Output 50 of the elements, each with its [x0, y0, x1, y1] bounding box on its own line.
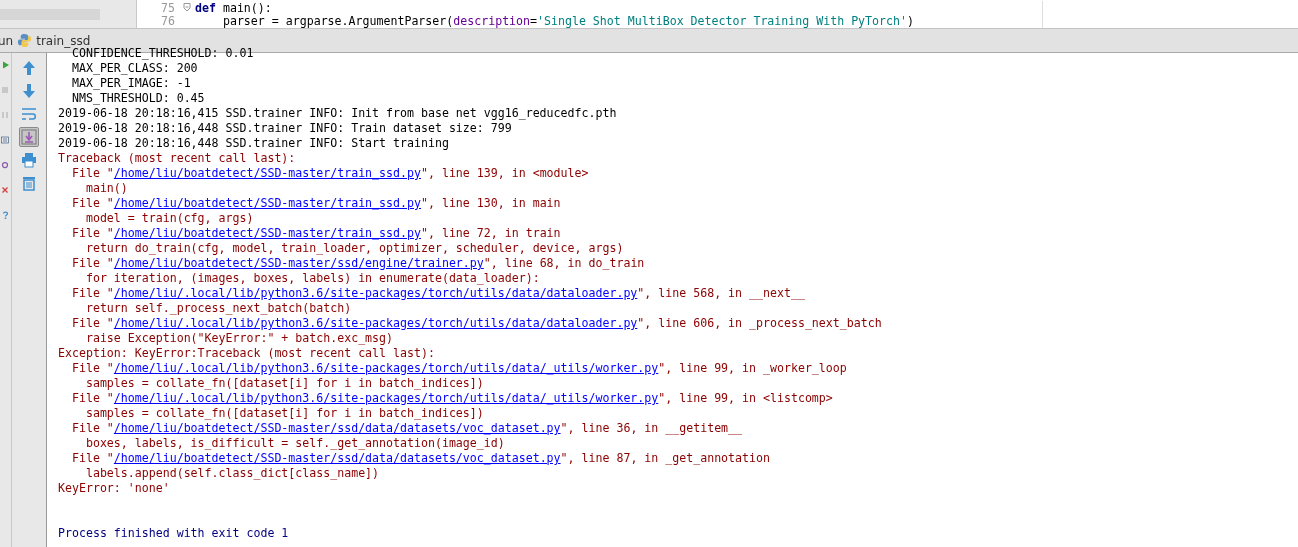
console-line: File "/home/liu/boatdetect/SSD-master/train_ssd.py", line 130, in main [70, 196, 562, 211]
file-link[interactable]: /home/liu/boatdetect/SSD-master/train_ssd.py [113, 226, 421, 240]
console-line: File "/home/liu/.local/lib/python3.6/site-packages/torch/utils/data/dataloader.py", line 606, in _process_next_batch [70, 316, 883, 331]
file-link[interactable]: /home/liu/boatdetect/SSD-master/ssd/engine/trainer.py [113, 256, 484, 270]
fold-icon[interactable] [183, 3, 191, 12]
console-line: CONFIDENCE_THRESHOLD: 0.01 [71, 46, 255, 61]
console-line: boxes, labels, is_difficult = self._get_annotation(image_id) [84, 436, 506, 451]
python-icon [17, 33, 33, 48]
console-line: samples = collate_fn([dataset[i] for i in batch_indices]) [84, 406, 485, 421]
console-line: File "/home/liu/.local/lib/python3.6/site-packages/torch/utils/data/dataloader.py", line 568, in __next__ [70, 286, 806, 301]
code-line: parser = argparse.ArgumentParser(description='Single Shot MultiBox Detector Training With PyTorch') [221, 13, 914, 28]
file-link[interactable]: /home/liu/.local/lib/python3.6/site-packages/torch/utils/data/_utils/worker.py [113, 361, 659, 375]
console-line: Exception: KeyError:Traceback (most recent call last): [58, 346, 436, 361]
code-line: def main(): [195, 0, 272, 15]
console-line: File "/home/liu/.local/lib/python3.6/site-packages/torch/utils/data/_utils/worker.py", line 99, in _worker_loop [70, 361, 848, 376]
console-line: labels.append(self.class_dict[class_name]) [84, 466, 381, 481]
console-line: File "/home/liu/boatdetect/SSD-master/ssd/engine/trainer.py", line 68, in do_train [70, 256, 646, 271]
line-number: 76 [160, 13, 176, 28]
console-line: MAX_PER_IMAGE: -1 [70, 76, 192, 91]
console-line: samples = collate_fn([dataset[i] for i in batch_indices]) [84, 376, 485, 391]
run-configuration-tab[interactable]: train_ssd [36, 33, 91, 48]
printer-icon[interactable] [19, 150, 39, 170]
file-link[interactable]: /home/liu/.local/lib/python3.6/site-packages/torch/utils/data/dataloader.py [113, 316, 638, 330]
console-line: File "/home/liu/boatdetect/SSD-master/train_ssd.py", line 139, in <module> [70, 166, 590, 181]
console-line: NMS_THRESHOLD: 0.45 [70, 91, 206, 106]
console-line: 2019-06-18 20:18:16,448 SSD.trainer INFO: Start training [58, 136, 450, 151]
console-line: File "/home/liu/boatdetect/SSD-master/ssd/data/datasets/voc_dataset.py", line 36, in __getitem__ [70, 421, 744, 436]
console-line: 2019-06-18 20:18:16,448 SSD.trainer INFO: Train dataset size: 799 [58, 121, 513, 136]
console-line: main() [84, 181, 129, 196]
file-link[interactable]: /home/liu/boatdetect/SSD-master/train_ssd.py [113, 196, 421, 210]
line-number: 75 [160, 0, 176, 15]
scroll-to-end-button[interactable] [19, 127, 39, 147]
file-link[interactable]: /home/liu/.local/lib/python3.6/site-packages/torch/utils/data/_utils/worker.py [113, 391, 659, 405]
file-link[interactable]: /home/liu/boatdetect/SSD-master/ssd/data/datasets/voc_dataset.py [113, 421, 561, 435]
console-line: Traceback (most recent call last): [58, 151, 297, 166]
console-line: return self._process_next_batch(batch) [84, 301, 353, 316]
file-link[interactable]: /home/liu/boatdetect/SSD-master/ssd/data/datasets/voc_dataset.py [113, 451, 561, 465]
console-line: Process finished with exit code 1 [58, 526, 290, 541]
console-line: raise Exception("KeyError:" + batch.exc_msg) [84, 331, 395, 346]
console-line: KeyError: 'none' [58, 481, 171, 496]
console-line: for iteration, (images, boxes, labels) in enumerate(data_loader): [84, 271, 541, 286]
console-line: MAX_PER_CLASS: 200 [70, 61, 199, 76]
console-line: File "/home/liu/boatdetect/SSD-master/train_ssd.py", line 72, in train [70, 226, 562, 241]
file-link[interactable]: /home/liu/boatdetect/SSD-master/train_ssd.py [113, 166, 421, 180]
console-line: return do_train(cfg, model, train_loader, optimizer, scheduler, device, args) [84, 241, 625, 256]
console-line: File "/home/liu/.local/lib/python3.6/site-packages/torch/utils/data/_utils/worker.py", line 99, in <listcomp> [70, 391, 834, 406]
console-line: model = train(cfg, args) [84, 211, 255, 226]
file-link[interactable]: /home/liu/.local/lib/python3.6/site-packages/torch/utils/data/dataloader.py [113, 286, 638, 300]
console-line: 2019-06-18 20:18:16,415 SSD.trainer INFO: Init from base net vgg16_reducedfc.pth [58, 106, 618, 121]
console-line: File "/home/liu/boatdetect/SSD-master/ssd/data/datasets/voc_dataset.py", line 87, in _get_annotation [70, 451, 771, 466]
